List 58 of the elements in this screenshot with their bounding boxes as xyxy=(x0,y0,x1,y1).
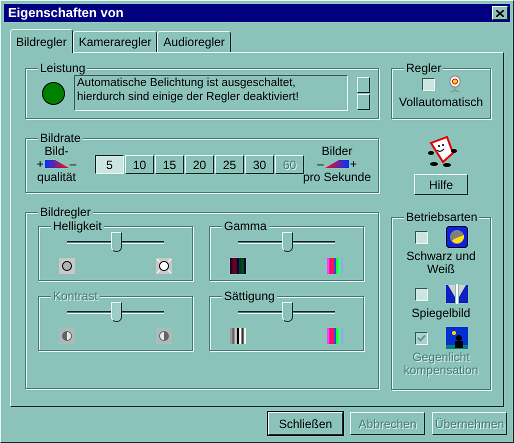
gradient-wedge-icon xyxy=(44,160,69,169)
checkbox-label: Vollautomatisch xyxy=(398,94,484,111)
dim-bulb-icon xyxy=(59,258,75,274)
group-title: Sättigung xyxy=(222,289,277,303)
close-icon xyxy=(496,10,504,16)
group-title: Gamma xyxy=(222,219,269,233)
minus-sign: – xyxy=(317,158,324,171)
contrast-icon xyxy=(59,328,75,344)
checkbox-label: Schwarz und Weiß xyxy=(405,250,477,276)
group-title: Kontrast xyxy=(51,289,100,303)
quality-label: qualität xyxy=(37,171,76,184)
frame-rate-button[interactable]: 15 xyxy=(155,155,184,174)
checkbox[interactable] xyxy=(414,230,428,244)
group-title: Bildregler xyxy=(38,205,93,219)
frame-rate-button[interactable]: 5 xyxy=(95,155,124,174)
minus-sign: – xyxy=(70,158,76,171)
bright-bulb-icon xyxy=(156,258,172,274)
frame-rate-button[interactable]: 30 xyxy=(245,155,274,174)
slider-thumb[interactable] xyxy=(282,232,292,252)
color-stripes-icon xyxy=(327,328,343,344)
plus-sign: + xyxy=(36,158,44,171)
checkbox[interactable] xyxy=(414,288,428,300)
checkbox-label: Gegenlicht kompensation xyxy=(402,351,480,377)
slider-thumb[interactable] xyxy=(282,302,292,322)
group-title: Helligkeit xyxy=(51,219,104,233)
gradient-wedge-icon xyxy=(324,160,349,169)
webcam-icon xyxy=(448,75,460,93)
contrast-icon xyxy=(156,328,172,344)
frame-rate-button[interactable]: 20 xyxy=(185,155,214,174)
frames-label: Bilder xyxy=(322,145,352,158)
checkbox[interactable] xyxy=(422,78,434,90)
color-stripes-icon xyxy=(230,328,246,344)
window-title: Eigenschaften von xyxy=(8,4,124,22)
tab[interactable]: Bildregler xyxy=(10,29,73,53)
message-box: Automatische Belichtung ist ausgeschaltet, hierdurch sind einige der Regler deaktiviert! xyxy=(74,75,348,111)
backlight-icon xyxy=(446,327,468,349)
quality-label: Bild- xyxy=(44,145,68,158)
group-title: Leistung xyxy=(38,61,88,75)
mirror-icon xyxy=(446,283,468,305)
color-stripes-icon xyxy=(327,258,343,274)
color-stripes-icon xyxy=(230,258,246,274)
checkbox-label: Spiegelbild xyxy=(410,307,472,320)
plus-sign: + xyxy=(350,158,357,171)
group-title: Betriebsarten xyxy=(404,210,480,224)
moon-icon xyxy=(446,226,468,248)
slider-thumb[interactable] xyxy=(111,232,122,252)
tab[interactable]: Audioregler xyxy=(157,31,231,52)
close-button[interactable] xyxy=(492,6,508,20)
tab[interactable]: Kameraregler xyxy=(72,31,158,52)
frames-label: pro Sekunde xyxy=(302,171,372,184)
scroll-down-button[interactable] xyxy=(357,94,370,110)
help-button[interactable]: Hilfe xyxy=(414,174,468,195)
scroll-up-button[interactable] xyxy=(357,76,370,92)
frame-rate-button[interactable]: 10 xyxy=(125,155,154,174)
group-title: Regler xyxy=(404,61,444,75)
group-title: Bildrate xyxy=(38,131,83,145)
dialog-button[interactable]: Schließen xyxy=(268,412,343,435)
frame-rate-button[interactable]: 25 xyxy=(215,155,244,174)
